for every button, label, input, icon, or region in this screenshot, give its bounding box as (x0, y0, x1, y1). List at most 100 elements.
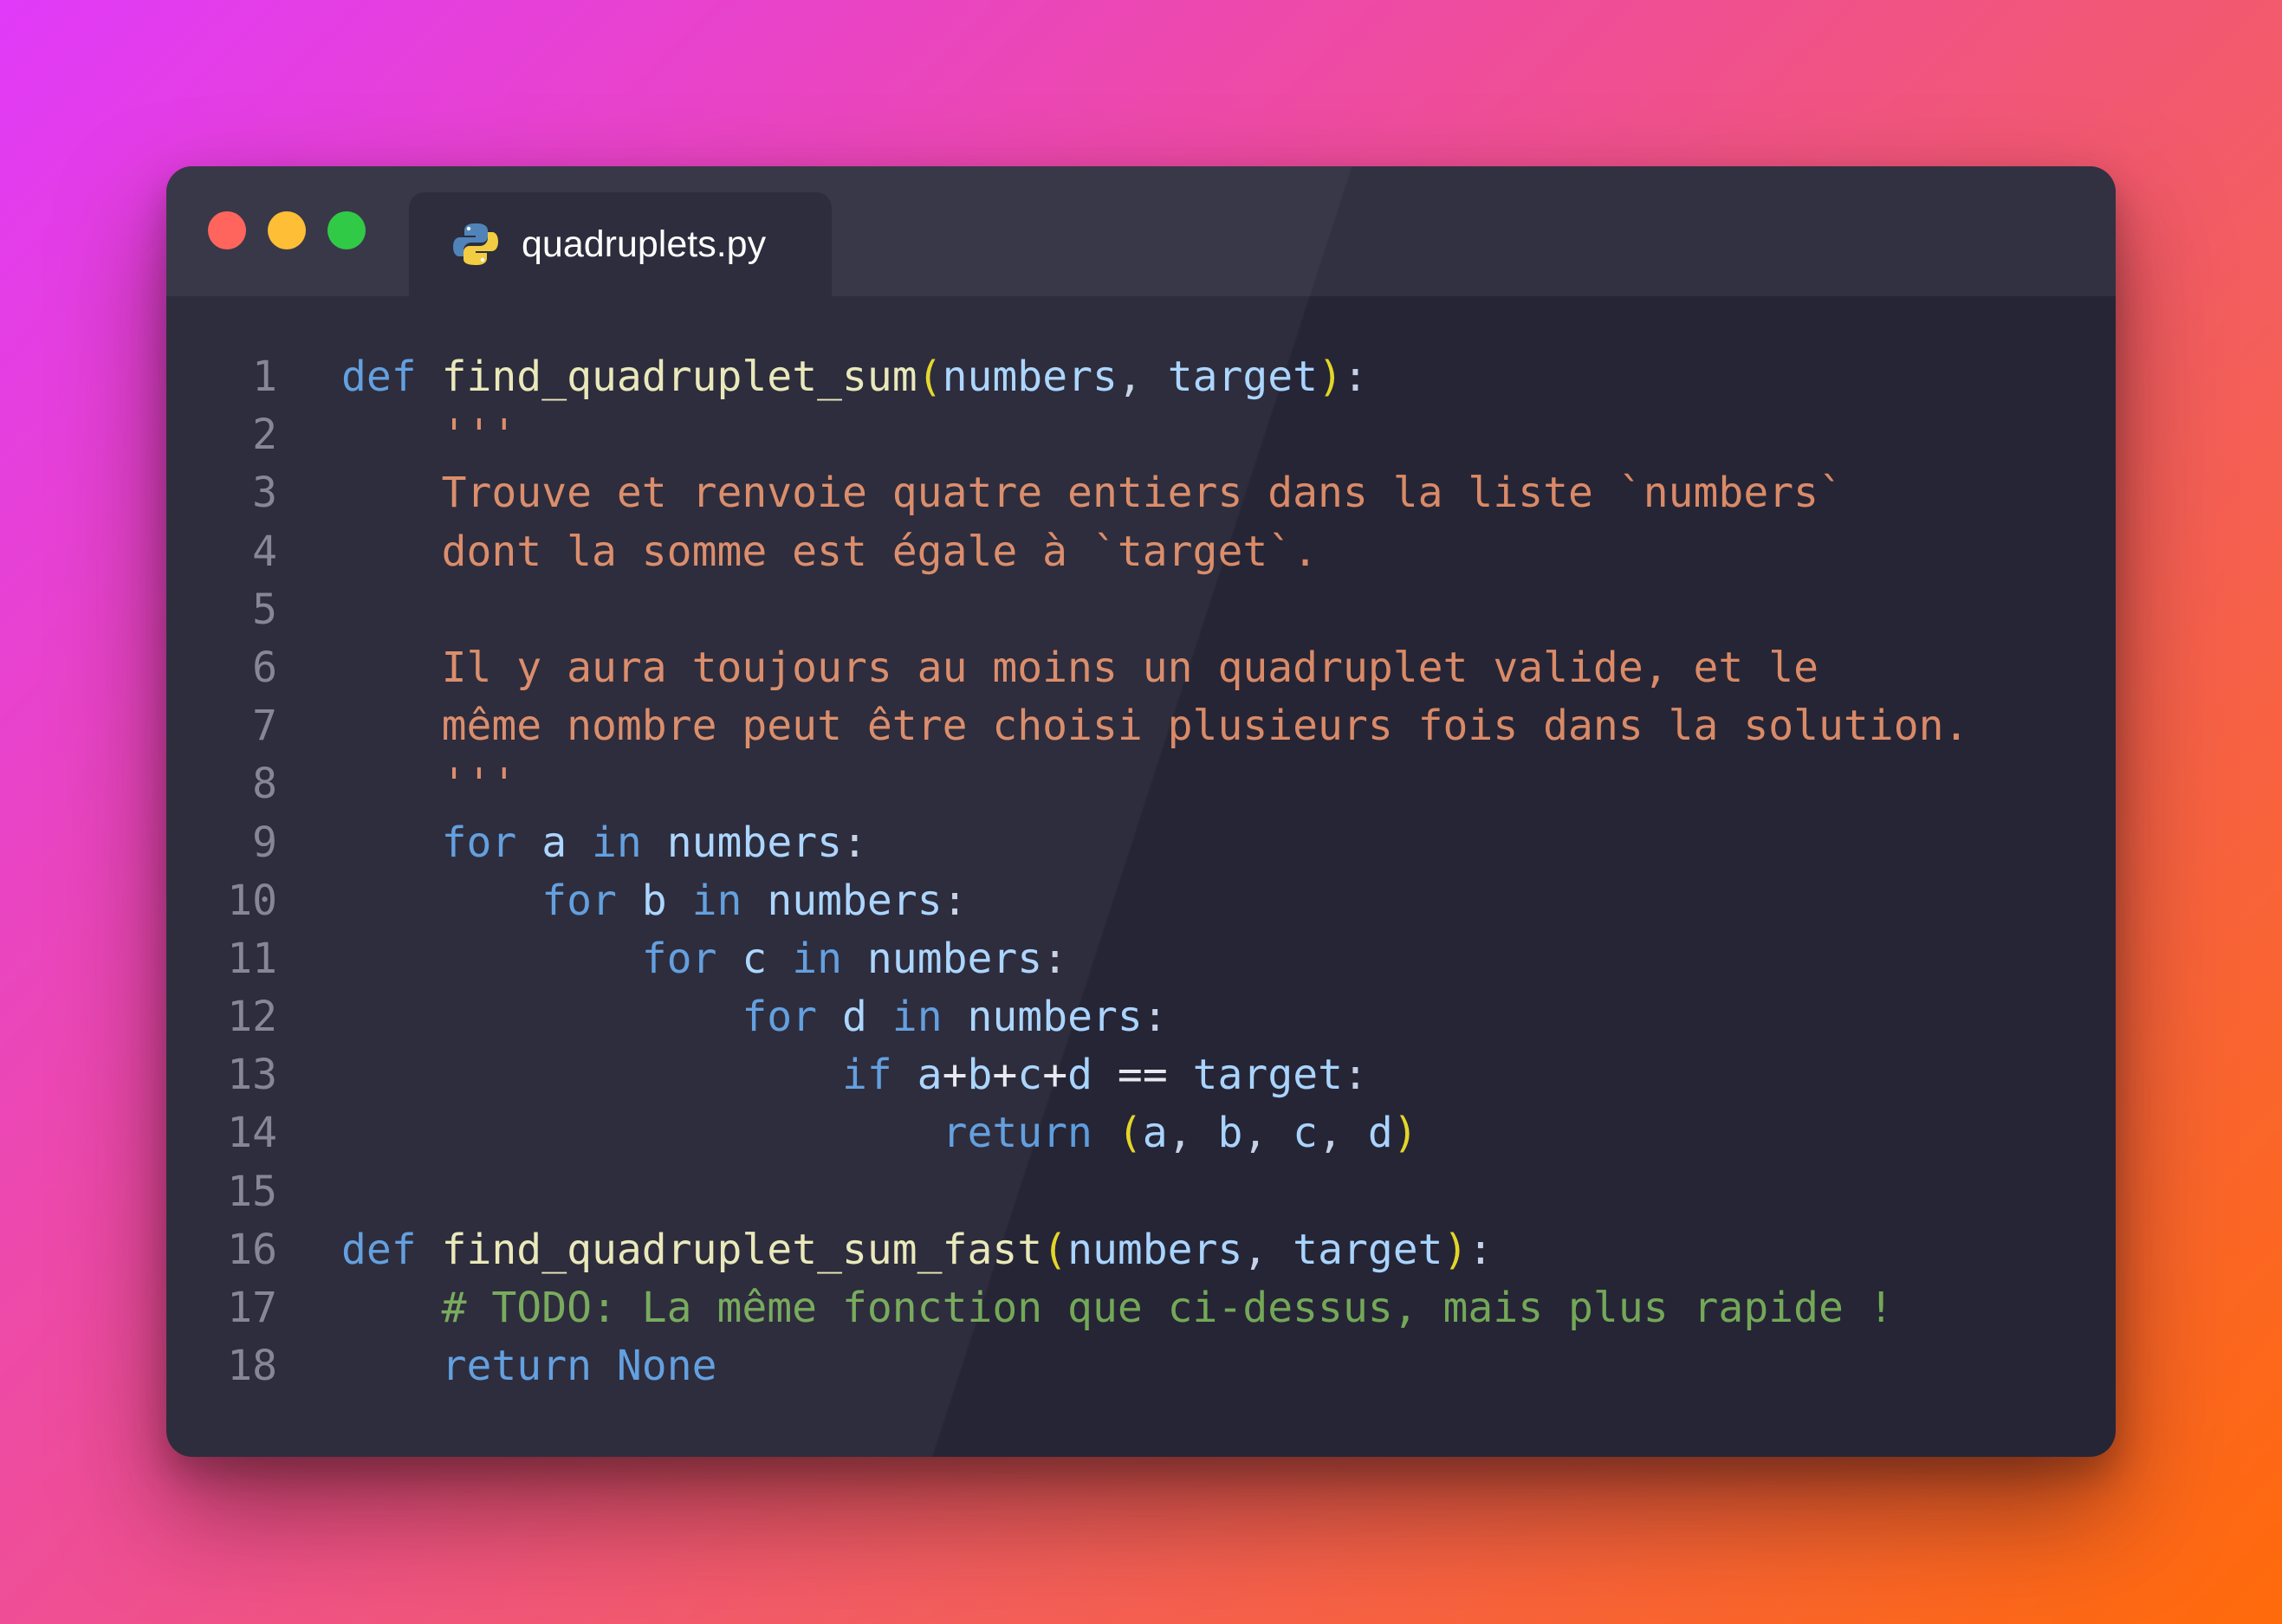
code-token: dont la somme est égale à `target`. (441, 527, 1319, 576)
code-line[interactable]: 16 def find_quadruplet_sum_fast(numbers, … (166, 1221, 2116, 1279)
minimize-window-button[interactable] (268, 211, 306, 249)
code-line[interactable]: 1 def find_quadruplet_sum(numbers, target… (166, 348, 2116, 406)
code-token: : (1343, 1051, 1368, 1100)
code-token: for (641, 934, 717, 983)
code-text: def find_quadruplet_sum_fast(numbers, ta… (341, 1221, 1493, 1279)
code-line[interactable]: 8 ''' (166, 755, 2116, 813)
code-token: return (441, 1342, 592, 1391)
close-window-button[interactable] (208, 211, 246, 249)
code-line[interactable]: 5 (166, 581, 2116, 639)
code-token: target (1293, 1225, 1443, 1274)
code-token: for (541, 876, 617, 925)
code-token: même nombre peut être choisi plusieurs f… (441, 702, 1969, 751)
code-text: même nombre peut être choisi plusieurs f… (341, 697, 1969, 755)
code-token: b (1217, 1109, 1243, 1158)
code-token: numbers (767, 876, 943, 925)
code-token: for (441, 818, 517, 867)
code-token: + (1042, 1051, 1068, 1100)
code-line[interactable]: 13 if a+b+c+d == target: (166, 1046, 2116, 1104)
line-number: 8 (252, 760, 277, 809)
code-token: target (1192, 1051, 1344, 1100)
code-line[interactable]: 17 # TODO: La même fonction que ci-dessu… (166, 1279, 2116, 1337)
code-line[interactable]: 10 for b in numbers: (166, 872, 2116, 930)
code-token: ) (1318, 353, 1343, 401)
code-token: , (1117, 353, 1168, 401)
code-token: b (641, 876, 667, 925)
code-token: == (1117, 1051, 1168, 1100)
code-line[interactable]: 2 ''' (166, 406, 2116, 464)
code-text: if a+b+c+d == target: (341, 1046, 1368, 1104)
code-line[interactable]: 4 dont la somme est égale à `target`. (166, 523, 2116, 581)
code-token: in (792, 934, 842, 983)
code-line[interactable]: 7 même nombre peut être choisi plusieurs… (166, 697, 2116, 755)
line-number: 12 (227, 993, 277, 1042)
code-token: ( (1117, 1109, 1143, 1158)
code-token: # TODO: La même fonction que ci-dessus, … (441, 1284, 1894, 1332)
code-token: , (1318, 1109, 1368, 1158)
code-token: in (891, 993, 943, 1042)
code-token: ) (1392, 1109, 1418, 1158)
code-text: for c in numbers: (341, 930, 1067, 988)
code-line[interactable]: 9 for a in numbers: (166, 814, 2116, 872)
code-line[interactable]: 12 for d in numbers: (166, 988, 2116, 1046)
line-number: 18 (227, 1342, 277, 1391)
line-number: 4 (252, 527, 277, 576)
code-line[interactable]: 3 Trouve et renvoie quatre entiers dans … (166, 464, 2116, 522)
code-token: numbers (967, 993, 1143, 1042)
code-line[interactable]: 14 return (a, b, c, d) (166, 1104, 2116, 1162)
code-token: numbers (666, 818, 843, 867)
line-number: 14 (227, 1109, 277, 1158)
code-token: ( (917, 353, 943, 401)
code-text: return None (341, 1337, 717, 1395)
code-token: : (1342, 353, 1368, 401)
code-token: in (592, 818, 642, 867)
code-token: d (1067, 1051, 1093, 1100)
code-line[interactable]: 15 (166, 1163, 2116, 1221)
code-text: for b in numbers: (341, 872, 968, 930)
python-icon (452, 221, 499, 268)
code-token: for (742, 993, 818, 1042)
code-token: numbers (1067, 1225, 1243, 1274)
code-token: target (1167, 353, 1319, 401)
code-line[interactable]: 6 Il y aura toujours au moins un quadrup… (166, 639, 2116, 697)
code-text: return (a, b, c, d) (341, 1104, 1418, 1162)
code-line[interactable]: 11 for c in numbers: (166, 930, 2116, 988)
code-token: , (1167, 1109, 1218, 1158)
code-token: : (942, 876, 968, 925)
line-number: 13 (227, 1051, 277, 1100)
line-number: 17 (227, 1284, 277, 1332)
line-number: 7 (252, 702, 277, 751)
code-token: ''' (441, 760, 517, 809)
tab-label: quadruplets.py (522, 223, 767, 265)
code-token: a (1142, 1109, 1168, 1158)
code-token: c (1017, 1051, 1043, 1100)
code-editor[interactable]: 1 def find_quadruplet_sum(numbers, target… (166, 348, 2116, 1395)
code-token: b (967, 1051, 993, 1100)
maximize-window-button[interactable] (327, 211, 366, 249)
code-token: c (742, 934, 768, 983)
code-line[interactable]: 18 return None (166, 1337, 2116, 1395)
line-number: 5 (252, 585, 277, 634)
code-token: ''' (441, 411, 517, 460)
code-token: return (942, 1109, 1092, 1158)
code-token: def (341, 1225, 417, 1274)
tab-quadruplets-py[interactable]: quadruplets.py (409, 192, 832, 296)
